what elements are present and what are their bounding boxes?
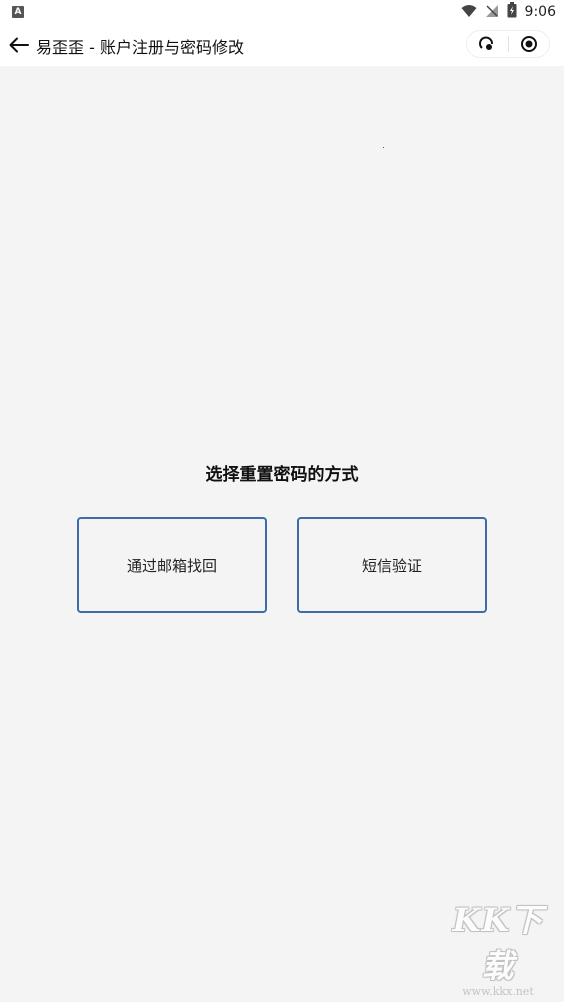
more-options-button[interactable] xyxy=(467,31,508,57)
sms-verification-button[interactable]: 短信验证 xyxy=(297,517,487,613)
back-arrow-icon xyxy=(9,37,29,53)
mini-program-capsule xyxy=(466,30,550,58)
page-heading: 选择重置密码的方式 xyxy=(205,465,359,485)
battery-charging-icon xyxy=(507,2,517,22)
more-options-icon xyxy=(479,36,494,50)
app-notification-icon: A xyxy=(12,6,24,18)
close-target-icon xyxy=(520,36,537,52)
watermark-url: www.kkx.net xyxy=(462,985,534,998)
page-title: 易歪歪 - 账户注册与密码修改 xyxy=(36,38,244,57)
no-signal-icon xyxy=(485,3,499,22)
back-button[interactable] xyxy=(6,32,32,58)
status-time: 9:06 xyxy=(524,4,556,20)
close-miniprogram-button[interactable] xyxy=(508,31,549,57)
watermark-logo: KK下载 xyxy=(452,901,544,985)
status-bar: A 9:06 xyxy=(0,0,564,24)
wifi-icon xyxy=(461,3,477,22)
status-indicators: 9:06 xyxy=(461,2,556,22)
watermark: KK下载 www.kkx.net xyxy=(438,895,558,998)
stray-dot xyxy=(383,147,384,148)
navigation-bar: 易歪歪 - 账户注册与密码修改 xyxy=(0,24,564,66)
email-recovery-button[interactable]: 通过邮箱找回 xyxy=(77,517,267,613)
